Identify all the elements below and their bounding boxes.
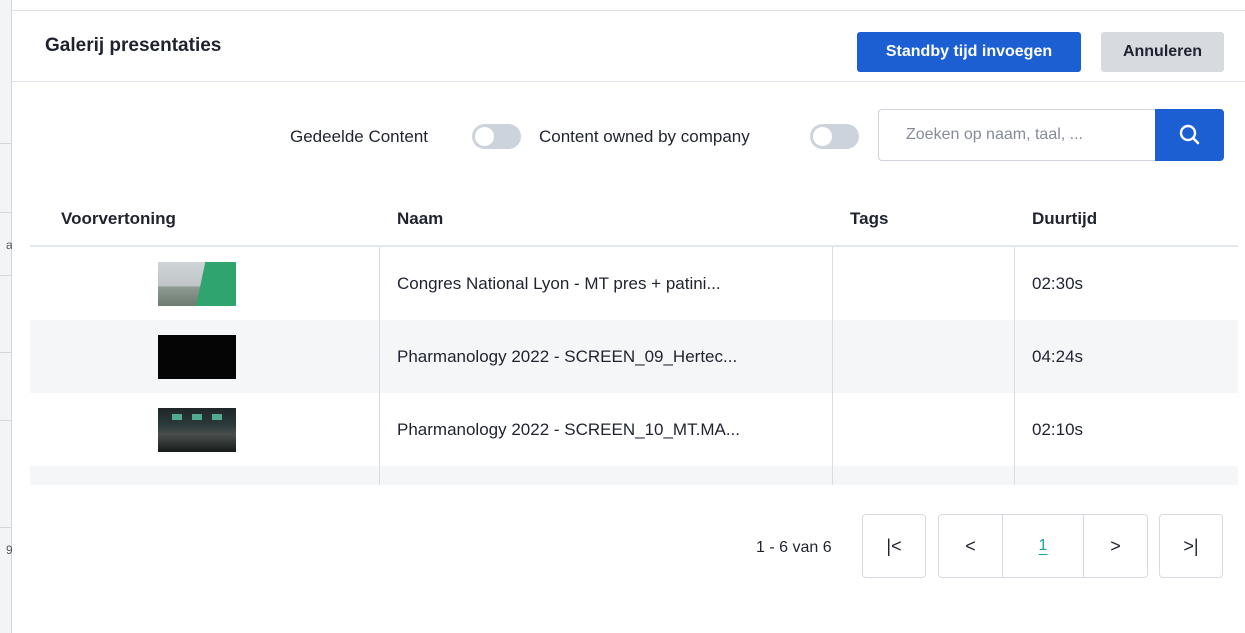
column-header-duration: Duurtijd <box>1032 209 1098 228</box>
filter-bar: Gedeelde Content Content owned by compan… <box>12 109 1245 163</box>
table-body: Congres National Lyon - MT pres + patini… <box>30 247 1238 485</box>
column-divider <box>1014 247 1015 485</box>
first-page-button[interactable]: |< <box>862 514 926 578</box>
column-divider <box>379 247 380 485</box>
presentation-gallery-modal: Galerij presentaties Standby tijd invoeg… <box>12 10 1245 633</box>
row-duration: 02:10s <box>1032 419 1084 439</box>
row-duration: 02:30s <box>1032 273 1084 293</box>
shared-content-label: Gedeelde Content <box>290 127 428 146</box>
preview-thumbnail <box>158 261 236 306</box>
shared-content-toggle[interactable] <box>472 124 521 149</box>
row-name: Congres National Lyon - MT pres + patini… <box>397 273 721 293</box>
pagination-info: 1 - 6 van 6 <box>756 539 832 556</box>
table-row[interactable] <box>30 466 1238 485</box>
column-header-name: Naam <box>397 209 444 228</box>
preview-thumbnail <box>158 334 236 379</box>
table-row[interactable]: Congres National Lyon - MT pres + patini… <box>30 247 1238 320</box>
modal-header: Galerij presentaties Standby tijd invoeg… <box>12 11 1245 82</box>
presentations-table: Voorvertoning Naam Tags Duurtijd Congres… <box>30 191 1238 485</box>
table-row[interactable]: Pharmanology 2022 - SCREEN_09_Hertec... … <box>30 320 1238 393</box>
column-divider <box>832 247 833 485</box>
current-page[interactable]: 1 <box>1003 515 1083 577</box>
last-page-button[interactable]: >| <box>1159 514 1223 578</box>
modal-title: Galerij presentaties <box>45 35 222 56</box>
owned-content-label: Content owned by company <box>539 127 750 146</box>
row-duration: 04:24s <box>1032 346 1084 366</box>
previous-page-button[interactable]: < <box>939 515 1002 577</box>
background-page-edge: a 9 <box>0 0 13 633</box>
column-header-preview: Voorvertoning <box>61 209 176 228</box>
column-header-tags: Tags <box>850 209 889 228</box>
preview-thumbnail <box>158 407 236 452</box>
cancel-button[interactable]: Annuleren <box>1101 32 1224 72</box>
search-button[interactable] <box>1155 109 1224 161</box>
row-name: Pharmanology 2022 - SCREEN_09_Hertec... <box>397 346 738 366</box>
search-input[interactable] <box>878 109 1156 161</box>
table-header: Voorvertoning Naam Tags Duurtijd <box>30 191 1238 247</box>
row-name: Pharmanology 2022 - SCREEN_10_MT.MA... <box>397 419 740 439</box>
owned-content-toggle[interactable] <box>810 124 859 149</box>
table-row[interactable]: Pharmanology 2022 - SCREEN_10_MT.MA... 0… <box>30 393 1238 466</box>
next-page-button[interactable]: > <box>1084 515 1147 577</box>
pagination-group: < 1 > <box>938 514 1148 578</box>
search-icon <box>1179 124 1200 145</box>
insert-standby-time-button[interactable]: Standby tijd invoegen <box>857 32 1081 72</box>
